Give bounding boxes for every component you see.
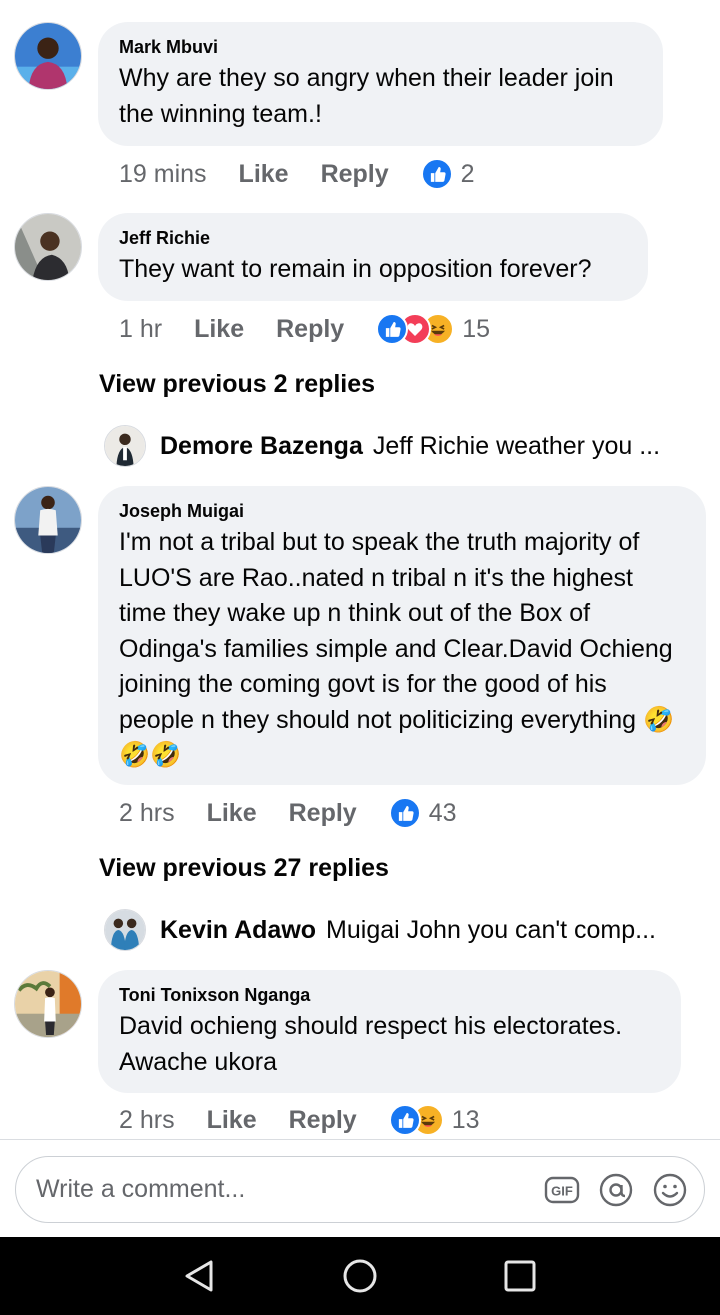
gif-label: GIF	[551, 1183, 573, 1198]
reply-button[interactable]: Reply	[276, 315, 344, 344]
like-button[interactable]: Like	[194, 315, 244, 344]
reply-button[interactable]: Reply	[289, 799, 357, 828]
latest-reply[interactable]: Kevin Adawo Muigai John you can't comp..…	[104, 909, 656, 951]
reactions-summary[interactable]: 2	[420, 158, 475, 190]
like-reaction-icon	[388, 797, 421, 829]
comment-bubble[interactable]: Joseph Muigai I'm not a tribal but to sp…	[98, 486, 706, 785]
system-navigation-bar	[0, 1237, 720, 1315]
reply-avatar[interactable]	[104, 909, 146, 951]
reply-author[interactable]: Demore Bazenga	[160, 432, 363, 461]
mention-icon[interactable]	[598, 1172, 634, 1208]
reaction-count: 43	[428, 798, 457, 827]
comment-text: They want to remain in opposition foreve…	[119, 255, 592, 283]
comment-text: Why are they so angry when their leader …	[119, 64, 614, 128]
comment-text-body: I'm not a tribal but to speak the truth …	[119, 528, 673, 734]
reply-author[interactable]: Kevin Adawo	[160, 916, 316, 945]
comment-author[interactable]: Jeff Richie	[119, 227, 626, 249]
comment-input[interactable]: Write a comment...	[36, 1175, 526, 1204]
reply-button[interactable]: Reply	[321, 160, 389, 189]
comment-actions: 19 mins Like Reply 2	[119, 154, 475, 194]
comment-time[interactable]: 2 hrs	[119, 799, 175, 828]
reply-button[interactable]: Reply	[289, 1106, 357, 1135]
comment-actions: 2 hrs Like Reply 13	[119, 1100, 480, 1140]
back-icon	[185, 1260, 213, 1292]
reactions-summary[interactable]: 13	[388, 1104, 480, 1136]
comment-actions: 1 hr Like Reply 15	[119, 309, 490, 349]
like-reaction-icon	[376, 313, 409, 345]
comment-text: I'm not a tribal but to speak the truth …	[119, 525, 684, 774]
avatar[interactable]	[14, 22, 82, 90]
composer-tools: GIF	[526, 1172, 688, 1208]
comment-bubble[interactable]: Mark Mbuvi Why are they so angry when th…	[98, 22, 663, 146]
like-button[interactable]: Like	[239, 160, 289, 189]
like-button[interactable]: Like	[207, 799, 257, 828]
view-previous-replies[interactable]: View previous 27 replies	[99, 854, 389, 883]
avatar[interactable]	[14, 213, 82, 281]
reaction-count: 15	[462, 314, 491, 343]
reactions-summary[interactable]: 15	[376, 313, 490, 345]
comment-composer[interactable]: Write a comment... GIF	[15, 1156, 705, 1223]
comment-author[interactable]: Joseph Muigai	[119, 500, 684, 522]
home-button[interactable]	[330, 1246, 390, 1306]
reply-preview: Muigai John you can't comp...	[326, 915, 656, 944]
reactions-summary[interactable]: 43	[388, 797, 457, 829]
composer-divider	[0, 1139, 720, 1140]
reaction-count: 13	[451, 1105, 480, 1134]
reply-avatar[interactable]	[104, 425, 146, 467]
back-button[interactable]	[170, 1246, 230, 1306]
gif-icon[interactable]: GIF	[544, 1172, 580, 1208]
reply-preview: Jeff Richie weather you ...	[372, 431, 661, 460]
recents-icon	[504, 1260, 536, 1292]
comment-time[interactable]: 2 hrs	[119, 1106, 175, 1135]
view-previous-replies[interactable]: View previous 2 replies	[99, 370, 375, 399]
comment-author[interactable]: Mark Mbuvi	[119, 36, 641, 58]
like-reaction-icon	[420, 158, 453, 190]
reaction-count: 2	[460, 159, 475, 188]
comment-author[interactable]: Toni Tonixson Nganga	[119, 984, 659, 1006]
latest-reply[interactable]: Demore Bazenga Jeff Richie weather you .…	[104, 425, 660, 467]
avatar[interactable]	[14, 486, 82, 554]
home-icon	[343, 1259, 377, 1293]
comment-bubble[interactable]: Jeff Richie They want to remain in oppos…	[98, 213, 648, 301]
emoji-icon[interactable]	[652, 1172, 688, 1208]
avatar[interactable]	[14, 970, 82, 1038]
like-reaction-icon	[388, 1104, 421, 1136]
comment-text: David ochieng should respect his elector…	[119, 1012, 623, 1076]
comment-time[interactable]: 1 hr	[119, 315, 162, 344]
recents-button[interactable]	[490, 1246, 550, 1306]
comment-time[interactable]: 19 mins	[119, 160, 207, 189]
comment-bubble[interactable]: Toni Tonixson Nganga David ochieng shoul…	[98, 970, 681, 1093]
comment-actions: 2 hrs Like Reply 43	[119, 793, 457, 833]
like-button[interactable]: Like	[207, 1106, 257, 1135]
